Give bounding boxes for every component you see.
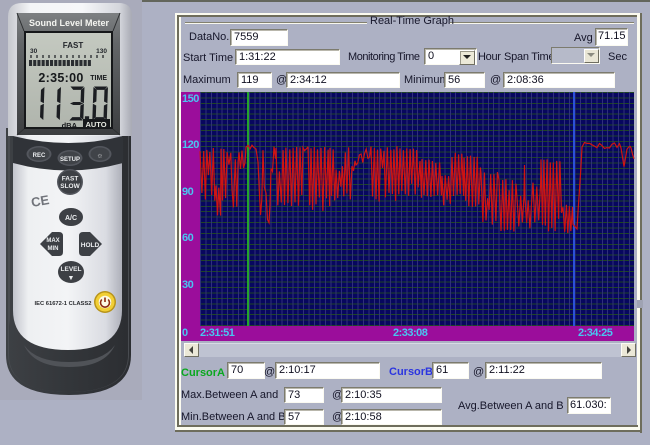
svg-text:FAST: FAST (63, 41, 84, 50)
svg-text:SLOW: SLOW (60, 183, 80, 190)
svg-text:FAST: FAST (62, 176, 79, 183)
svg-text:MIN: MIN (48, 246, 59, 252)
svg-text:LEVEL: LEVEL (61, 266, 82, 273)
svg-text:130: 130 (96, 48, 107, 55)
svg-text:2:35:00: 2:35:00 (38, 71, 83, 85)
svg-text:TIME: TIME (90, 75, 107, 82)
svg-text:REC: REC (33, 153, 46, 159)
svg-text:AUTO: AUTO (85, 120, 106, 129)
svg-text:dBA: dBA (62, 121, 78, 130)
svg-text:☼: ☼ (97, 153, 103, 160)
svg-text:▼: ▼ (68, 275, 75, 282)
svg-text:30: 30 (30, 48, 38, 55)
svg-text:MAX: MAX (46, 238, 59, 244)
svg-text:IEC 61672-1 CLASS2: IEC 61672-1 CLASS2 (34, 301, 91, 307)
svg-text:HOLD: HOLD (81, 242, 100, 249)
svg-text:Sound Level Meter: Sound Level Meter (29, 18, 110, 28)
svg-text:CE: CE (30, 192, 51, 210)
svg-text:SETUP: SETUP (60, 157, 80, 163)
svg-text:A/C: A/C (65, 215, 77, 222)
